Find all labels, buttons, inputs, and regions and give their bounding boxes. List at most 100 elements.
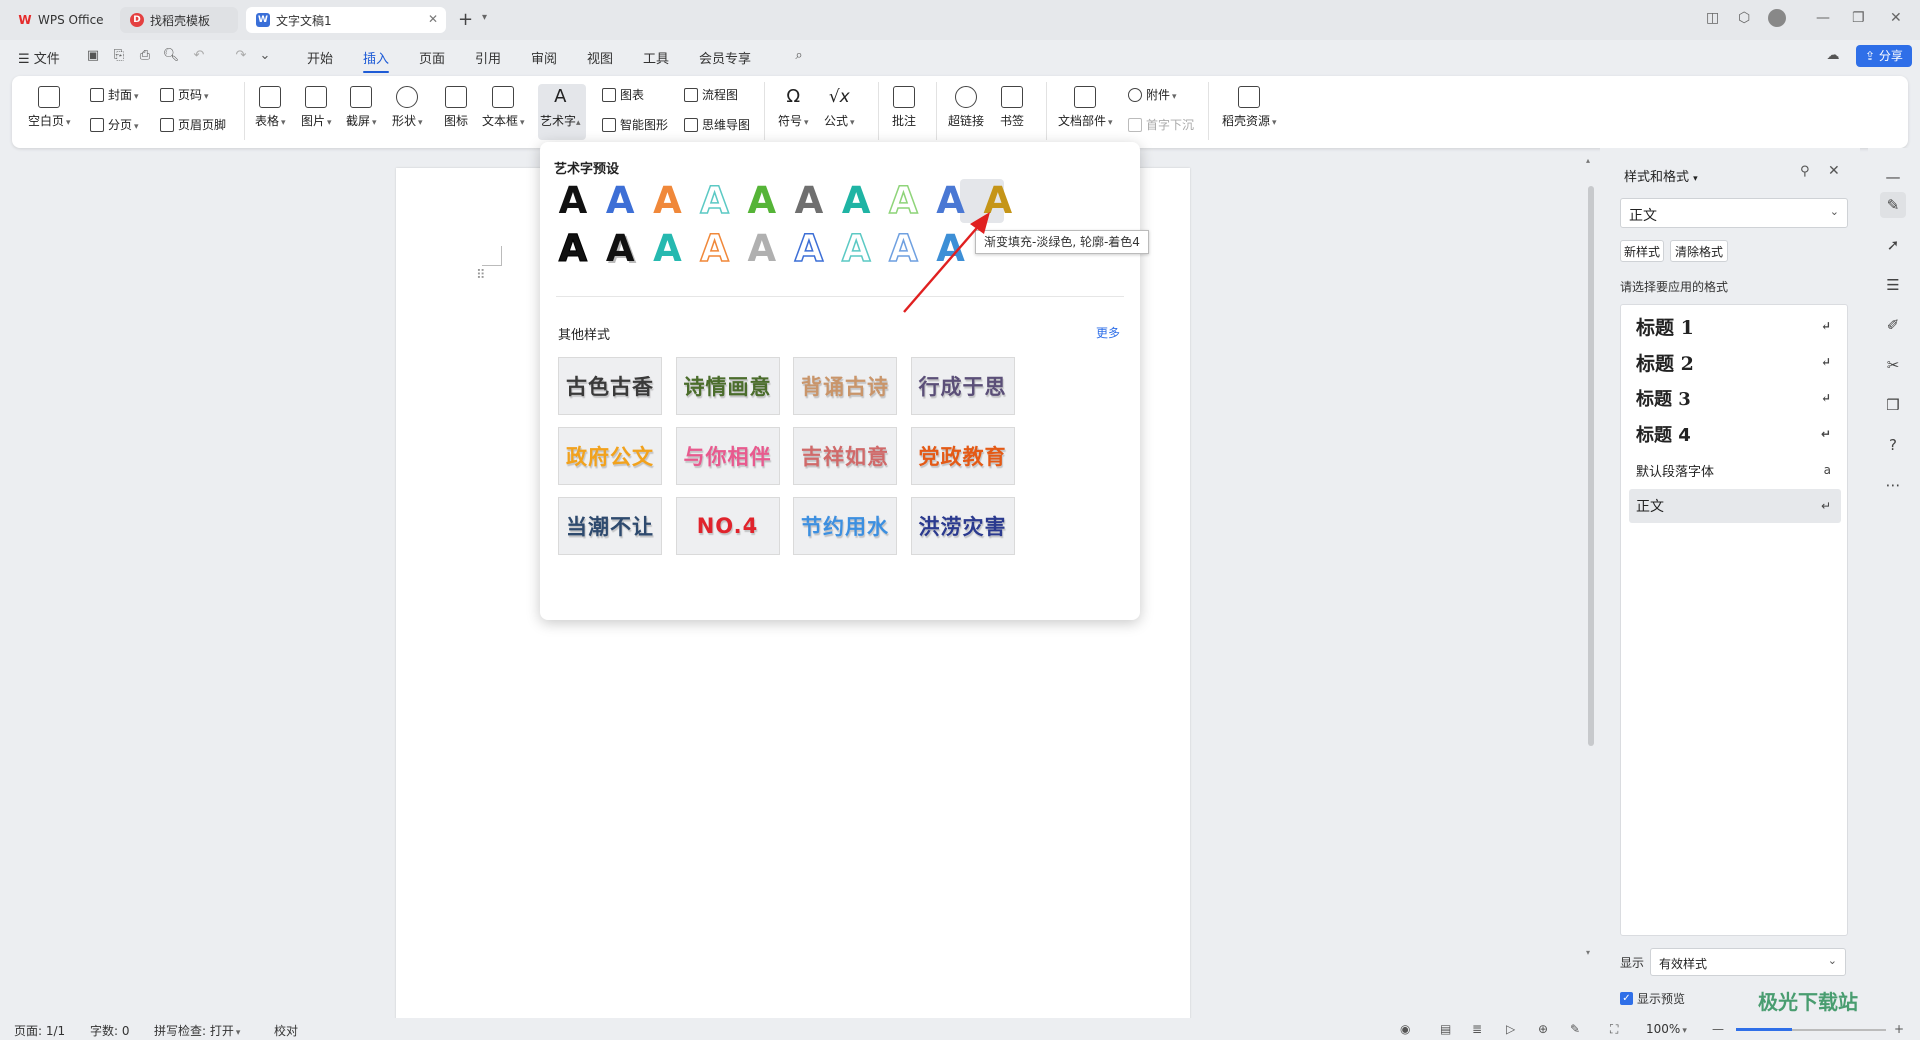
menu-references[interactable]: 引用	[475, 48, 501, 67]
chart-button[interactable]: 图表	[602, 86, 644, 103]
print-icon[interactable]: ⎙	[136, 47, 154, 65]
picture-button[interactable]: 图片	[301, 86, 332, 129]
wordart-preset-2-4[interactable]: A	[695, 228, 735, 270]
tab-document1[interactable]: W 文字文稿1 ✕	[246, 7, 446, 33]
formula-button[interactable]: √x 公式	[824, 86, 855, 129]
style-item-heading2[interactable]: 标题 2 ↵	[1629, 345, 1841, 379]
comment-button[interactable]: 批注	[892, 86, 916, 129]
cloud-icon[interactable]: ☁	[1824, 47, 1842, 65]
new-style-button[interactable]: 新样式	[1620, 240, 1664, 262]
header-footer-button[interactable]: 页眉页脚	[160, 116, 226, 133]
zoom-out-icon[interactable]: —	[1712, 1022, 1724, 1036]
spell-check[interactable]: 拼写检查: 打开	[154, 1022, 240, 1039]
smart-graphic-button[interactable]: 智能图形	[602, 116, 668, 133]
wordart-preset-1-3[interactable]: A	[647, 181, 687, 221]
scroll-down-icon[interactable]: ▾	[1586, 948, 1590, 957]
hyperlink-button[interactable]: 超链接	[948, 86, 984, 129]
menu-member[interactable]: 会员专享	[699, 48, 751, 67]
wordart-style-card[interactable]: 节约用水	[793, 497, 897, 555]
wordart-preset-2-1[interactable]: A	[553, 228, 593, 269]
wordart-preset-1-2[interactable]: A	[600, 181, 640, 221]
attachment-button[interactable]: 附件	[1128, 86, 1177, 103]
page-indicator[interactable]: 页面: 1/1	[14, 1022, 65, 1039]
mindmap-button[interactable]: 思维导图	[684, 116, 750, 133]
avatar[interactable]	[1768, 9, 1786, 27]
flowchart-button[interactable]: 流程图	[684, 86, 738, 103]
web-view-icon[interactable]: ⊕	[1538, 1022, 1548, 1036]
textbox-button[interactable]: 文本框	[482, 86, 525, 129]
show-preview-checkbox[interactable]: ✓ 显示预览	[1620, 990, 1685, 1007]
adjust-icon[interactable]: ☰	[1880, 272, 1906, 298]
style-item-heading1[interactable]: 标题 1 ↵	[1629, 309, 1841, 343]
shape-button[interactable]: 形状	[392, 86, 423, 129]
box-icon[interactable]: ⬡	[1738, 10, 1750, 26]
page-view-icon[interactable]: ▤	[1440, 1022, 1451, 1036]
output-icon[interactable]: ⎘	[110, 47, 128, 65]
bookmark-button[interactable]: 书签	[1000, 86, 1024, 129]
search-icon[interactable]: ⌕	[790, 47, 808, 65]
save-icon[interactable]: ▣	[84, 47, 102, 65]
clear-format-button[interactable]: 清除格式	[1670, 240, 1728, 262]
scrollbar-thumb[interactable]	[1588, 186, 1594, 746]
close-tab-icon[interactable]: ✕	[428, 12, 438, 26]
blank-page-button[interactable]: 空白页	[28, 86, 71, 129]
tab-wps-office[interactable]: W WPS Office	[8, 7, 116, 33]
scroll-up-icon[interactable]: ▴	[1586, 156, 1590, 165]
redo-icon[interactable]: ↷	[232, 47, 250, 65]
outline-view-icon[interactable]: ≣	[1472, 1022, 1482, 1036]
icon-button[interactable]: 图标	[444, 86, 468, 129]
wordart-style-card[interactable]: 背诵古诗	[793, 357, 897, 415]
pin-icon[interactable]: ⚲	[1800, 164, 1810, 179]
drag-handle-icon[interactable]: ⠿	[476, 268, 486, 283]
restore-icon[interactable]: ❐	[1852, 10, 1865, 26]
share-button[interactable]: ⇪ 分享	[1856, 45, 1912, 67]
wordart-preset-2-2[interactable]: A	[600, 229, 640, 269]
more-icon[interactable]: ⋯	[1880, 472, 1906, 498]
page-number-button[interactable]: 页码	[160, 86, 209, 103]
wordart-preset-2-7[interactable]: A	[836, 228, 876, 270]
screenshot-button[interactable]: 截屏	[346, 86, 377, 129]
wordart-preset-1-4[interactable]: A	[695, 180, 735, 222]
tools-icon[interactable]: ✂	[1880, 352, 1906, 378]
menu-view[interactable]: 视图	[587, 48, 613, 67]
panel-title[interactable]: 样式和格式 ▾	[1624, 166, 1698, 185]
zoom-in-icon[interactable]: +	[1894, 1022, 1904, 1036]
undo-icon[interactable]: ↶	[190, 47, 208, 65]
wordart-style-card[interactable]: 古色古香	[558, 357, 662, 415]
play-icon[interactable]: ▷	[1506, 1022, 1515, 1036]
style-item-body[interactable]: 正文 ↵	[1629, 489, 1841, 523]
more-chevron-icon[interactable]: ⌄	[256, 47, 274, 65]
menu-page[interactable]: 页面	[419, 48, 445, 67]
wordart-preset-2-5[interactable]: A	[742, 229, 782, 269]
style-item-heading3[interactable]: 标题 3 ↵	[1629, 381, 1841, 415]
word-count[interactable]: 字数: 0	[90, 1022, 130, 1039]
wordart-preset-1-5[interactable]: A	[742, 181, 782, 221]
wordart-preset-2-3[interactable]: A	[647, 229, 687, 269]
more-link[interactable]: 更多	[1096, 324, 1120, 341]
table-button[interactable]: 表格	[255, 86, 286, 129]
collapse-icon[interactable]: —	[1880, 164, 1906, 190]
help-icon[interactable]: ?	[1880, 432, 1906, 458]
print-preview-icon[interactable]: 🔍︎	[162, 47, 180, 65]
show-filter-select[interactable]: 有效样式 ⌄	[1650, 948, 1846, 976]
symbol-button[interactable]: Ω 符号	[778, 86, 809, 129]
menu-home[interactable]: 开始	[307, 48, 333, 67]
menu-tools[interactable]: 工具	[643, 48, 669, 67]
read-icon[interactable]: ❒	[1880, 392, 1906, 418]
close-panel-icon[interactable]: ✕	[1828, 163, 1840, 179]
wordart-style-card[interactable]: NO.4	[675, 497, 780, 555]
menu-review[interactable]: 审阅	[531, 48, 557, 67]
style-item-heading4[interactable]: 标题 4 ↵	[1629, 417, 1841, 451]
docer-resources-button[interactable]: 稻壳资源	[1222, 86, 1277, 129]
wordart-style-card[interactable]: 当潮不让	[558, 497, 662, 555]
wordart-preset-2-6[interactable]: A	[789, 228, 829, 270]
eye-icon[interactable]: ◉	[1400, 1022, 1410, 1036]
wordart-preset-1-1[interactable]: A	[553, 181, 593, 221]
wordart-style-card[interactable]: 与你相伴	[675, 427, 780, 485]
menu-file[interactable]: ☰ 文件	[18, 48, 60, 67]
menu-insert[interactable]: 插入	[363, 48, 390, 73]
wordart-style-card[interactable]: 吉祥如意	[793, 427, 897, 485]
cover-button[interactable]: 封面	[90, 86, 139, 103]
current-style-select[interactable]: 正文 ⌄	[1620, 198, 1848, 228]
edit-doc-icon[interactable]: ✐	[1880, 312, 1906, 338]
